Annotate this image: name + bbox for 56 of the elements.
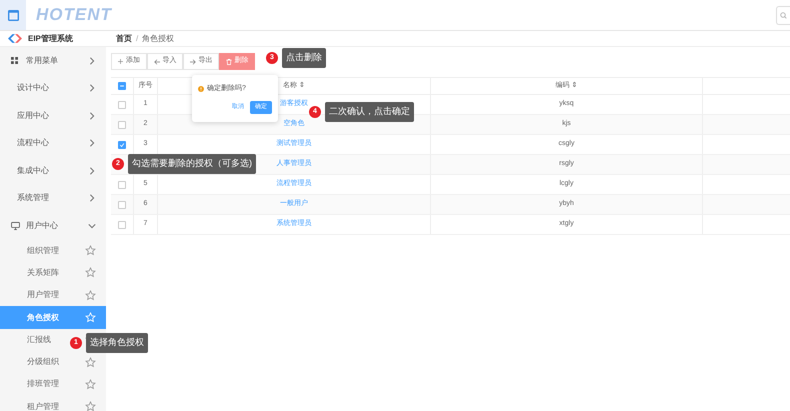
star-icon[interactable] — [85, 290, 96, 301]
callout-tooltip: 点击删除 — [282, 48, 326, 68]
chevron-right-icon — [88, 139, 96, 148]
menu-button[interactable] — [0, 0, 26, 30]
search-field[interactable] — [776, 6, 790, 24]
submenu-item[interactable]: 组织管理 — [0, 240, 106, 262]
arrow-right-icon — [190, 58, 196, 64]
sidebar-menu-item[interactable]: 设计中心 — [0, 74, 106, 102]
checkbox[interactable] — [118, 180, 126, 188]
breadcrumb-link[interactable]: 首页 — [116, 32, 132, 44]
sidebar-menu-item[interactable]: 常用菜单 — [0, 47, 106, 74]
submenu-item[interactable]: 排班管理 — [0, 373, 106, 396]
checkbox[interactable] — [118, 200, 126, 208]
warning-icon — [198, 86, 204, 92]
checkbox[interactable] — [118, 220, 126, 228]
menu-icon — [8, 10, 18, 20]
submenu-item[interactable]: 租户管理 — [0, 396, 106, 411]
grid-icon — [11, 57, 18, 64]
chevron-right-icon — [88, 194, 96, 202]
chevron-right-icon — [88, 56, 96, 65]
submenu-item[interactable]: 用户管理 — [0, 284, 106, 306]
star-icon[interactable] — [85, 401, 96, 411]
callout-tooltip: 勾选需要删除的授权（可多选) — [128, 154, 256, 174]
arrow-left-icon — [154, 58, 160, 64]
star-icon[interactable] — [85, 245, 96, 256]
plus-icon — [118, 59, 123, 64]
sidebar-menu-item[interactable]: 流程中心 — [0, 130, 106, 157]
checkbox[interactable] — [118, 140, 126, 148]
system-name: EIP管理系统 — [28, 32, 73, 44]
chevron-right-icon — [88, 112, 96, 120]
callout-tooltip: 选择角色授权 — [86, 333, 148, 352]
checkbox[interactable] — [118, 120, 126, 128]
submenu-item[interactable]: 关系矩阵 — [0, 262, 106, 284]
sidebar-menu-item[interactable]: 应用中心 — [0, 102, 106, 130]
sidebar-menu-item[interactable]: 集成中心 — [0, 157, 106, 184]
monitor-icon — [11, 222, 20, 230]
sidebar-menu-item[interactable]: 用户中心 — [0, 212, 106, 240]
check-icon — [119, 142, 125, 148]
submenu-item[interactable]: 分级组织 — [0, 350, 106, 374]
trash-icon — [226, 58, 232, 64]
dash-icon — [119, 83, 125, 89]
checkbox[interactable] — [118, 100, 126, 108]
diamond-logo-icon — [8, 34, 22, 43]
search-icon — [780, 12, 787, 18]
breadcrumb-current: 角色授权 — [142, 32, 174, 44]
callout-tooltip: 二次确认，点击确定 — [325, 102, 414, 122]
checkbox[interactable] — [118, 82, 126, 90]
chevron-right-icon — [88, 84, 96, 92]
star-icon[interactable] — [85, 356, 96, 368]
star-icon[interactable] — [85, 267, 96, 278]
chevron-down-icon — [88, 222, 96, 230]
star-icon[interactable] — [85, 378, 96, 390]
logo-text: HOTENT — [36, 4, 112, 26]
sidebar-menu-item[interactable]: 系统管理 — [0, 184, 106, 212]
chevron-right-icon — [88, 166, 96, 175]
breadcrumb-separator: / — [136, 32, 138, 44]
